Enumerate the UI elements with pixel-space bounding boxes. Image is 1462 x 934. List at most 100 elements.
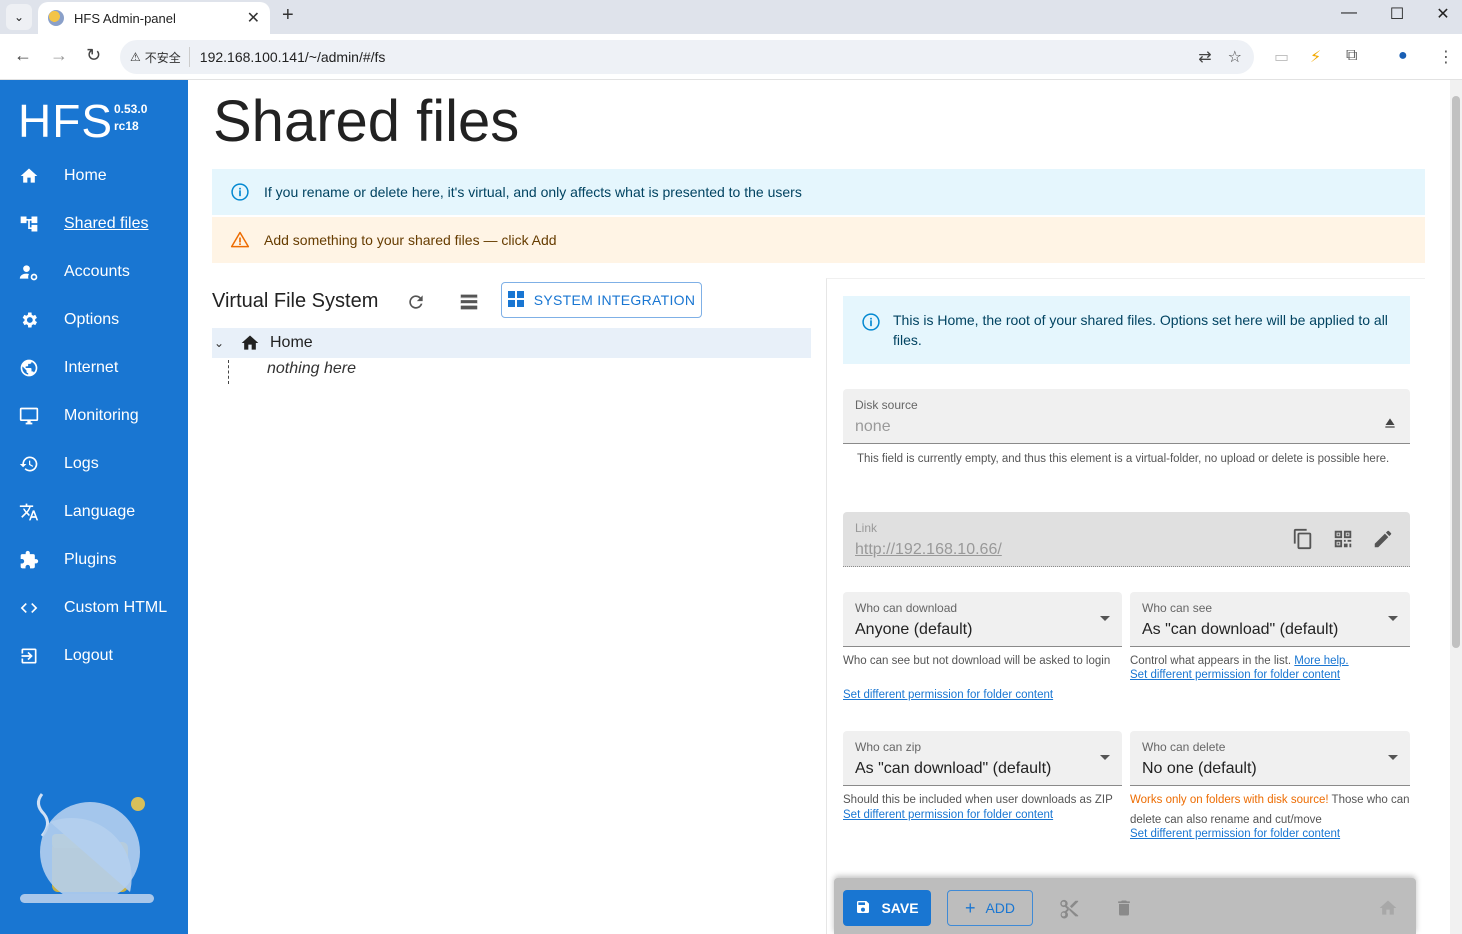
link-value[interactable]: http://192.168.10.66/ xyxy=(855,541,1002,559)
sidebar-item-label: Options xyxy=(64,311,120,328)
link-field: Link http://192.168.10.66/ xyxy=(843,512,1410,567)
security-label: 不安全 xyxy=(144,50,181,65)
translate-icon xyxy=(18,501,40,523)
delete-folder-permission-link[interactable]: Set different permission for folder cont… xyxy=(1130,824,1340,844)
scrollbar-thumb[interactable] xyxy=(1452,96,1460,648)
sidebar-item-plugins[interactable]: Plugins xyxy=(0,536,188,584)
version-tag: rc18 xyxy=(114,119,139,133)
hfs-logo: HFS xyxy=(18,95,113,147)
properties-panel: This is Home, the root of your shared fi… xyxy=(826,278,1425,934)
who-can-see-label: Who can see xyxy=(1142,601,1213,615)
disk-source-field[interactable]: Disk source none xyxy=(843,389,1410,444)
see-folder-permission-link[interactable]: Set different permission for folder cont… xyxy=(1130,665,1340,685)
tree-item-home[interactable]: ⌄ Home xyxy=(212,328,811,358)
address-bar[interactable]: ⚠ 不安全 192.168.100.141/~/admin/#/fs ⇄ ☆ xyxy=(120,40,1254,74)
home-icon xyxy=(18,165,40,187)
sidebar-nav: Home Shared files Accounts Options Inter… xyxy=(0,152,188,680)
sidebar-item-label: Accounts xyxy=(64,263,130,280)
who-can-delete-select[interactable]: Who can delete No one (default) xyxy=(1130,731,1410,786)
scissors-icon[interactable] xyxy=(1058,898,1080,925)
close-tab-icon[interactable]: ✕ xyxy=(247,8,260,28)
qr-code-icon[interactable] xyxy=(1332,528,1354,555)
monitor-icon xyxy=(18,405,40,427)
logout-icon xyxy=(18,645,40,667)
tab-search-button[interactable]: ⌄ xyxy=(6,4,32,30)
browser-tab[interactable]: HFS Admin-panel ✕ xyxy=(38,2,270,34)
accounts-icon xyxy=(18,261,40,283)
sidebar-item-label: Home xyxy=(64,167,107,184)
browser-toolbar: ← → ↻ ⚠ 不安全 192.168.100.141/~/admin/#/fs… xyxy=(0,34,1462,80)
tree-item-label: Home xyxy=(270,334,313,351)
windows-icon xyxy=(507,290,524,310)
main-content: Shared files If you rename or delete her… xyxy=(188,80,1450,934)
bookmark-star-icon[interactable]: ☆ xyxy=(1228,47,1242,67)
warning-alert-text: Add something to your shared files — cli… xyxy=(264,232,557,248)
close-window-button[interactable]: ✕ xyxy=(1420,4,1462,24)
url-text[interactable]: 192.168.100.141/~/admin/#/fs xyxy=(200,49,386,65)
sidebar-item-home[interactable]: Home xyxy=(0,152,188,200)
info-alert-text: If you rename or delete here, it's virtu… xyxy=(264,184,802,200)
sidebar-item-label: Shared files xyxy=(64,215,149,232)
translate-icon[interactable]: ⇄ xyxy=(1198,47,1211,67)
delete-warning-text: Works only on folders with disk source! xyxy=(1130,794,1329,806)
maximize-button[interactable]: ☐ xyxy=(1374,4,1420,24)
profile-avatar-icon[interactable]: ● xyxy=(1398,47,1408,65)
home-shortcut-icon[interactable] xyxy=(1378,898,1398,923)
sidebar-item-language[interactable]: Language xyxy=(0,488,188,536)
vfs-title: Virtual File System xyxy=(212,290,379,312)
tab-title: HFS Admin-panel xyxy=(74,10,176,26)
sidebar-item-accounts[interactable]: Accounts xyxy=(0,248,188,296)
sidebar: HFS 0.53.0 rc18 Home Shared files Accoun… xyxy=(0,80,188,934)
dropdown-caret-icon xyxy=(1388,616,1398,621)
add-label: ADD xyxy=(985,900,1016,916)
who-can-see-select[interactable]: Who can see As "can download" (default) xyxy=(1130,592,1410,647)
sidebar-item-shared-files[interactable]: Shared files xyxy=(0,200,188,248)
who-can-see-value: As "can download" (default) xyxy=(1142,621,1339,638)
security-indicator[interactable]: ⚠ 不安全 xyxy=(130,47,190,67)
who-can-download-label: Who can download xyxy=(855,601,958,615)
back-icon[interactable]: ← xyxy=(14,45,32,66)
sidebar-item-label: Language xyxy=(64,503,136,520)
history-icon xyxy=(18,453,40,475)
who-can-download-value: Anyone (default) xyxy=(855,621,973,638)
sidebar-item-logout[interactable]: Logout xyxy=(0,632,188,680)
sidebar-item-custom-html[interactable]: Custom HTML xyxy=(0,584,188,632)
reload-vfs-icon[interactable] xyxy=(404,290,428,314)
who-can-delete-value: No one (default) xyxy=(1142,760,1257,777)
dropdown-caret-icon xyxy=(1100,616,1110,621)
edit-pencil-icon[interactable] xyxy=(1372,528,1394,555)
info-icon xyxy=(230,182,250,202)
page-scrollbar[interactable] xyxy=(1450,80,1462,934)
save-button[interactable]: SAVE xyxy=(843,890,931,926)
forward-icon[interactable]: → xyxy=(50,45,68,66)
sidebar-item-logs[interactable]: Logs xyxy=(0,440,188,488)
extensions-puzzle-icon[interactable]: ⧉ xyxy=(1346,47,1357,65)
eject-icon[interactable] xyxy=(1382,415,1398,436)
minimize-button[interactable]: — xyxy=(1326,4,1372,22)
browser-menu-icon[interactable]: ⋮ xyxy=(1438,47,1454,67)
system-integration-button[interactable]: SYSTEM INTEGRATION xyxy=(501,282,702,318)
add-button[interactable]: + ADD xyxy=(947,890,1033,926)
sidebar-item-label: Internet xyxy=(64,359,119,376)
panel-info-alert: This is Home, the root of your shared fi… xyxy=(843,296,1410,364)
download-folder-permission-link[interactable]: Set different permission for folder cont… xyxy=(843,685,1053,705)
who-can-download-select[interactable]: Who can download Anyone (default) xyxy=(843,592,1122,647)
version: 0.53.0 rc18 xyxy=(114,101,147,135)
sidebar-item-monitoring[interactable]: Monitoring xyxy=(0,392,188,440)
copy-icon[interactable] xyxy=(1292,528,1314,555)
puzzle-icon xyxy=(18,549,40,571)
extension-icon[interactable]: ▭ xyxy=(1274,47,1289,67)
globe-icon xyxy=(18,357,40,379)
chevron-down-icon[interactable]: ⌄ xyxy=(214,336,230,350)
bolt-extension-icon[interactable]: ⚡ xyxy=(1310,47,1321,67)
delete-trash-icon[interactable] xyxy=(1114,898,1134,923)
who-can-zip-select[interactable]: Who can zip As "can download" (default) xyxy=(843,731,1122,786)
disk-source-value: none xyxy=(855,418,891,435)
zip-folder-permission-link[interactable]: Set different permission for folder cont… xyxy=(843,805,1053,825)
sidebar-item-options[interactable]: Options xyxy=(0,296,188,344)
info-icon xyxy=(861,312,881,337)
list-view-icon[interactable] xyxy=(457,290,481,314)
sidebar-item-internet[interactable]: Internet xyxy=(0,344,188,392)
new-tab-button[interactable]: + xyxy=(282,4,294,27)
reload-icon[interactable]: ↻ xyxy=(86,45,101,66)
